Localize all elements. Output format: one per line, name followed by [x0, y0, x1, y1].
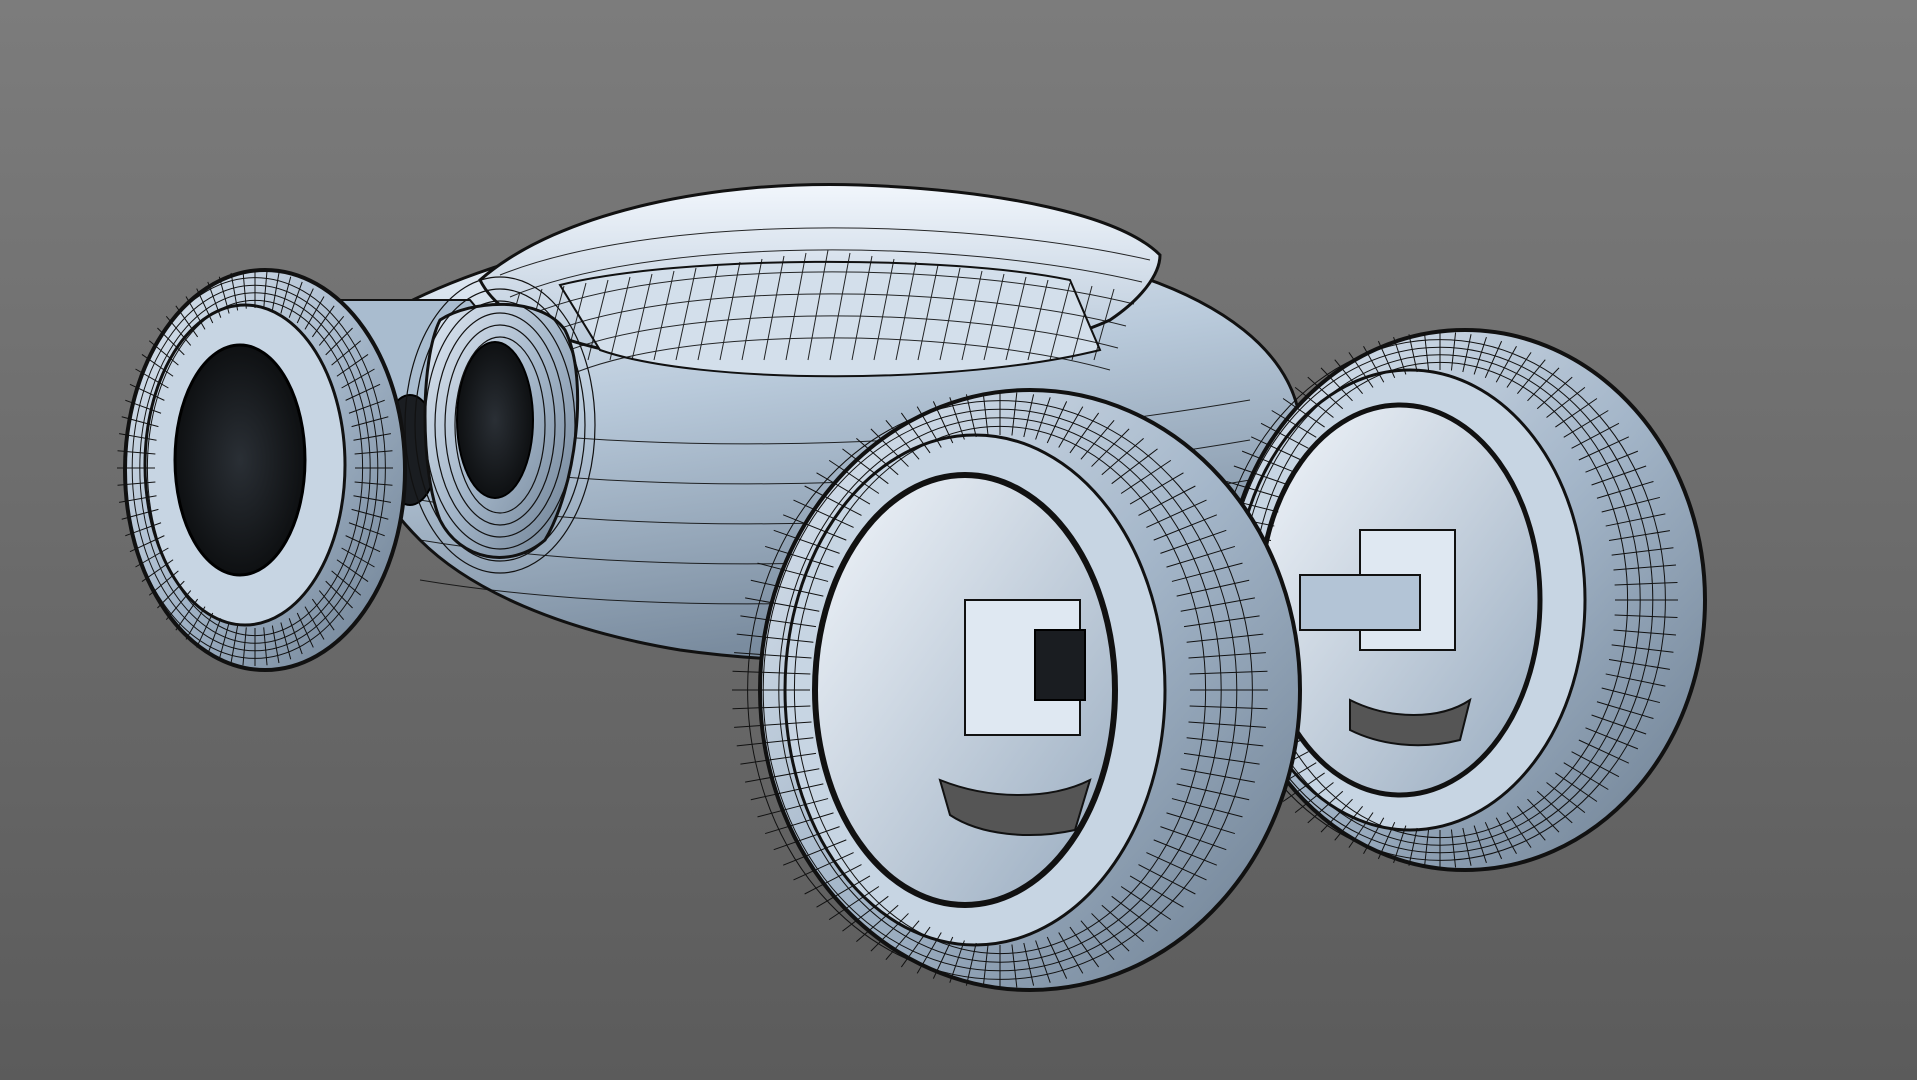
3d-viewport[interactable]: [0, 0, 1917, 1080]
viewport-canvas[interactable]: [0, 0, 1917, 1080]
